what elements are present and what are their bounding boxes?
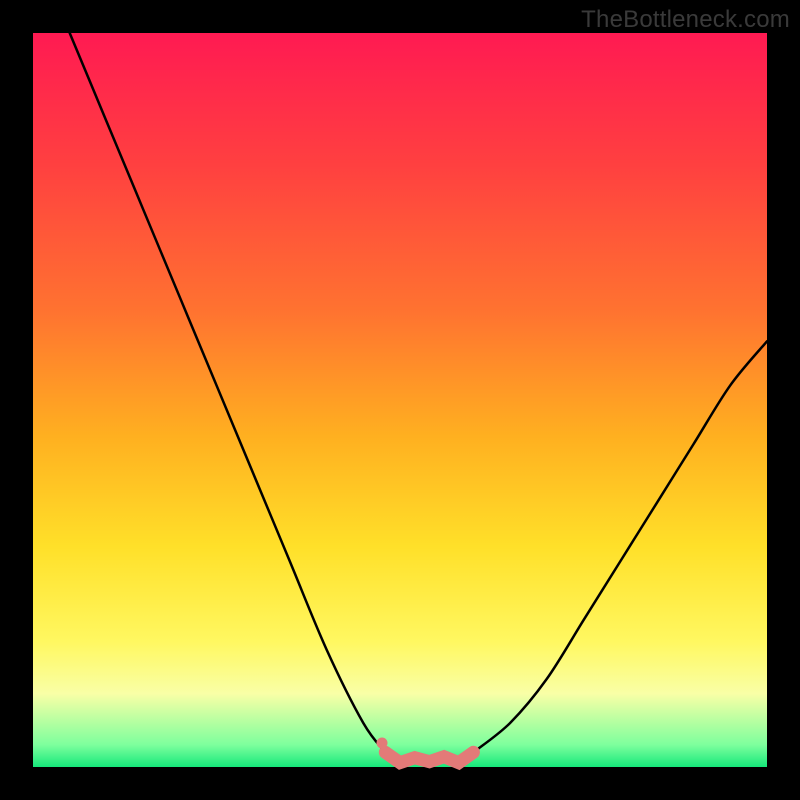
highlight-dot-icon (377, 738, 388, 749)
watermark-text: TheBottleneck.com (581, 6, 790, 34)
curve-layer (33, 33, 767, 767)
outer-frame: TheBottleneck.com (0, 0, 800, 800)
valley-highlight-curve (385, 752, 473, 762)
left-branch-curve (70, 33, 386, 752)
gradient-plot-area (33, 33, 767, 767)
right-branch-curve (473, 341, 767, 752)
